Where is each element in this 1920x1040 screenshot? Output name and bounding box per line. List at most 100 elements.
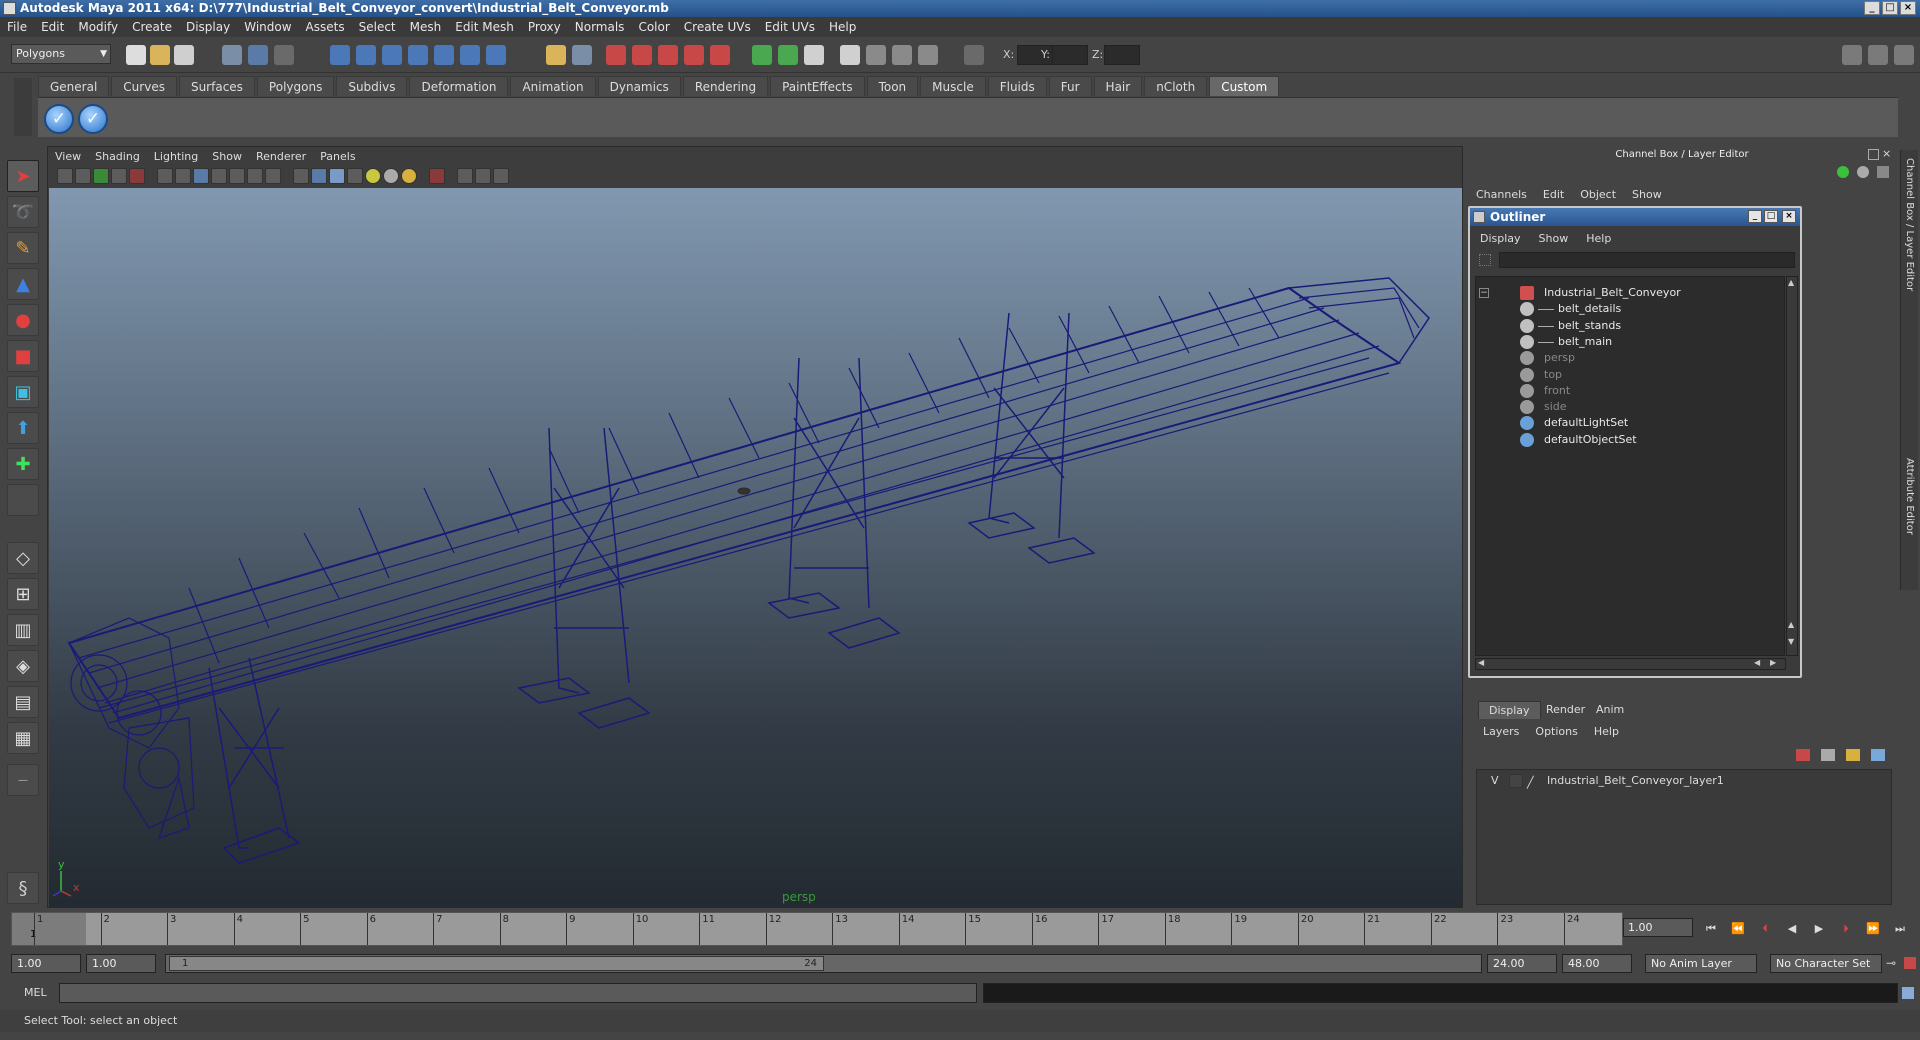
texture-icon[interactable] <box>347 168 363 184</box>
current-time-marker[interactable]: 1 <box>12 913 86 945</box>
safe-title-icon[interactable] <box>265 168 281 184</box>
menu-edit-uvs[interactable]: Edit UVs <box>765 20 815 34</box>
panel-menu-renderer[interactable]: Renderer <box>256 150 306 163</box>
shelf-tab-fur[interactable]: Fur <box>1048 76 1092 96</box>
xray-icon[interactable] <box>457 168 473 184</box>
magnet-icon[interactable] <box>606 45 626 65</box>
checkmark-shelf-icon-2[interactable]: ✓ <box>78 104 108 134</box>
layer-add-icon[interactable] <box>1871 749 1885 761</box>
go-to-end-icon[interactable]: ⏭ <box>1889 920 1911 938</box>
show-manipulator-icon[interactable]: ✚ <box>7 448 39 480</box>
menu-file[interactable]: File <box>7 20 27 34</box>
layer-color-swatch[interactable]: ╱ <box>1527 774 1541 789</box>
shelf-tab-dynamics[interactable]: Dynamics <box>597 76 681 96</box>
shelf-tab-surfaces[interactable]: Surfaces <box>178 76 255 96</box>
snap-grid-icon[interactable] <box>330 45 350 65</box>
layer-row[interactable]: V ╱ Industrial_Belt_Conveyor_layer1 <box>1479 772 1889 790</box>
menu-assets[interactable]: Assets <box>306 20 345 34</box>
shelf-tab-custom[interactable]: Custom <box>1209 76 1280 96</box>
render-settings-icon[interactable] <box>840 45 860 65</box>
new-scene-icon[interactable] <box>126 45 146 65</box>
minimize-button[interactable]: _ <box>1864 1 1880 15</box>
render-view-icon[interactable] <box>752 45 772 65</box>
menu-mesh[interactable]: Mesh <box>410 20 442 34</box>
snap-point-icon[interactable] <box>382 45 402 65</box>
time-slider[interactable]: 1 12345678910111213141516171819202122232… <box>11 912 1623 946</box>
wireframe-icon[interactable] <box>293 168 309 184</box>
outliner-vertical-scrollbar[interactable]: ▲ ▲ ▼ <box>1786 276 1798 656</box>
make-live-icon[interactable] <box>434 45 454 65</box>
shelf-tab-deformation[interactable]: Deformation <box>409 76 509 96</box>
mel-input[interactable] <box>59 983 977 1003</box>
hypershade-layout-icon[interactable]: ▤ <box>7 686 39 718</box>
mel-label[interactable]: MEL <box>24 986 47 999</box>
float-panel-icon[interactable] <box>1868 149 1879 160</box>
channel-box-layer-icon[interactable] <box>1837 166 1849 178</box>
show-channelbox-icon[interactable] <box>1842 45 1862 65</box>
new-layer-icon[interactable] <box>1796 749 1810 761</box>
isolate-select-icon[interactable] <box>429 168 445 184</box>
outliner-filter-input[interactable] <box>1499 252 1795 268</box>
outliner-menu-show[interactable]: Show <box>1539 232 1569 245</box>
outliner-menu-display[interactable]: Display <box>1480 232 1521 245</box>
menuset-dropdown[interactable]: Polygons ▼ <box>11 44 111 64</box>
all-lights-icon[interactable] <box>383 168 399 184</box>
close-panel-icon[interactable]: × <box>1882 147 1891 160</box>
show-attribute-editor-icon[interactable] <box>1868 45 1888 65</box>
play-backward-icon[interactable]: ◀ <box>1781 920 1803 938</box>
step-forward-key-icon[interactable]: ⏩ <box>1862 920 1884 938</box>
shelf-tab-ncloth[interactable]: nCloth <box>1144 76 1208 96</box>
range-slider[interactable]: 1 24 <box>165 954 1482 973</box>
menu-help[interactable]: Help <box>829 20 856 34</box>
grid-toggle-icon[interactable] <box>157 168 173 184</box>
shelf-tab-painteffects[interactable]: PaintEffects <box>770 76 865 96</box>
step-forward-frame-icon[interactable]: ⏵ <box>1835 920 1857 938</box>
last-tool-slot[interactable] <box>7 484 39 516</box>
panel-menu-lighting[interactable]: Lighting <box>154 150 198 163</box>
channel-menu-channels[interactable]: Channels <box>1476 188 1527 201</box>
outliner-horizontal-scrollbar[interactable]: ◀ ◀ ▶ <box>1475 658 1786 670</box>
channel-menu-object[interactable]: Object <box>1580 188 1616 201</box>
image-plane-icon[interactable] <box>111 168 127 184</box>
step-back-key-icon[interactable]: ⏪ <box>1727 920 1749 938</box>
select-camera-icon[interactable] <box>57 168 73 184</box>
shelf-tab-animation[interactable]: Animation <box>510 76 596 96</box>
outliner-item[interactable]: defaultObjectSet <box>1476 430 1776 450</box>
show-tool-settings-icon[interactable] <box>1894 45 1914 65</box>
render-current-icon[interactable] <box>778 45 798 65</box>
tool-settings-icon[interactable] <box>918 45 938 65</box>
shelf-tab-general[interactable]: General <box>38 76 110 96</box>
shelf-tab-muscle[interactable]: Muscle <box>920 76 986 96</box>
channel-box-pencil-icon[interactable] <box>1877 166 1889 178</box>
side-tab-attribute-editor[interactable]: Attribute Editor <box>1904 458 1915 535</box>
menu-modify[interactable]: Modify <box>78 20 118 34</box>
outliner-minimize-button[interactable]: _ <box>1748 210 1762 223</box>
safe-action-icon[interactable] <box>247 168 263 184</box>
menu-edit[interactable]: Edit <box>41 20 64 34</box>
scroll-left-icon-2[interactable]: ◀ <box>1754 658 1760 667</box>
collapse-icon[interactable]: − <box>1479 288 1489 298</box>
menu-display[interactable]: Display <box>186 20 230 34</box>
hypershade-icon[interactable] <box>866 45 886 65</box>
perspective-viewport[interactable]: y x persp <box>49 188 1462 907</box>
close-button[interactable]: × <box>1900 1 1916 15</box>
outliner-menu-help[interactable]: Help <box>1586 232 1611 245</box>
persp-graph-layout-icon[interactable]: ◈ <box>7 650 39 682</box>
go-to-start-icon[interactable]: ⏮ <box>1700 920 1722 938</box>
layer-menu-options[interactable]: Options <box>1535 725 1577 738</box>
anim-layer-dropdown[interactable]: No Anim Layer <box>1645 954 1757 973</box>
snap-plane-icon[interactable] <box>408 45 428 65</box>
menu-window[interactable]: Window <box>244 20 291 34</box>
transform-mode-icon[interactable] <box>964 45 984 65</box>
menu-create-uvs[interactable]: Create UVs <box>684 20 751 34</box>
auto-key-icon[interactable]: ⊸ <box>1886 956 1896 970</box>
lasso-tool-icon[interactable]: ➰ <box>7 196 39 228</box>
snap-curve-icon[interactable] <box>356 45 376 65</box>
menu-color[interactable]: Color <box>638 20 669 34</box>
channel-menu-edit[interactable]: Edit <box>1543 188 1564 201</box>
menu-normals[interactable]: Normals <box>575 20 625 34</box>
input-ops-icon[interactable] <box>572 45 592 65</box>
channel-menu-show[interactable]: Show <box>1632 188 1662 201</box>
paint-select-tool-icon[interactable]: ✎ <box>7 232 39 264</box>
gate-mask-icon[interactable] <box>211 168 227 184</box>
